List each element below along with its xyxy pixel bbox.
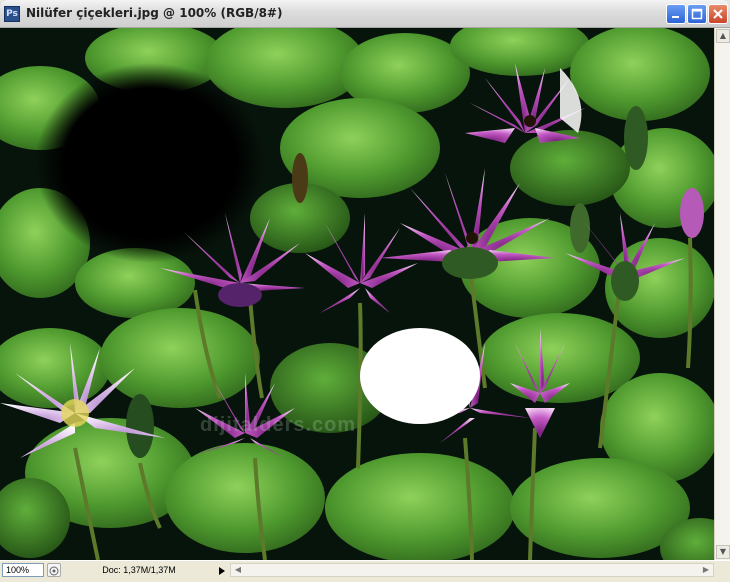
minimize-button[interactable]	[666, 4, 686, 24]
photoshop-app-icon: Ps	[4, 6, 20, 22]
maximize-icon	[691, 8, 703, 20]
close-icon	[713, 9, 723, 19]
watermark: dijitalders.com	[200, 414, 357, 436]
lily-photo	[0, 28, 714, 560]
status-bar: 100% Doc: 1,37M/1,37M ◀ ▶	[0, 560, 730, 578]
image-canvas[interactable]: dijitalders.com	[0, 28, 714, 560]
navigator-icon[interactable]	[47, 563, 61, 577]
scroll-up-icon[interactable]: ▲	[716, 29, 730, 43]
scroll-right-icon[interactable]: ▶	[700, 564, 712, 576]
horizontal-scrollbar[interactable]: ◀ ▶	[230, 563, 714, 577]
burned-dark-area	[35, 63, 265, 263]
maximize-button[interactable]	[687, 4, 707, 24]
menu-arrow-icon[interactable]	[216, 564, 228, 576]
document-window: Ps Nilüfer çiçekleri.jpg @ 100% (RGB/8#)	[0, 0, 730, 578]
scroll-left-icon[interactable]: ◀	[232, 564, 244, 576]
zoom-level-field[interactable]: 100%	[2, 563, 44, 577]
title-bar[interactable]: Ps Nilüfer çiçekleri.jpg @ 100% (RGB/8#)	[0, 0, 730, 28]
close-button[interactable]	[708, 4, 728, 24]
white-brush-area	[360, 328, 480, 424]
vertical-scrollbar[interactable]: ▲ ▼	[714, 28, 730, 560]
window-title: Nilüfer çiçekleri.jpg @ 100% (RGB/8#)	[26, 6, 283, 20]
minimize-icon	[672, 16, 679, 18]
scroll-down-icon[interactable]: ▼	[716, 545, 730, 559]
document-size-info: Doc: 1,37M/1,37M	[102, 565, 176, 575]
